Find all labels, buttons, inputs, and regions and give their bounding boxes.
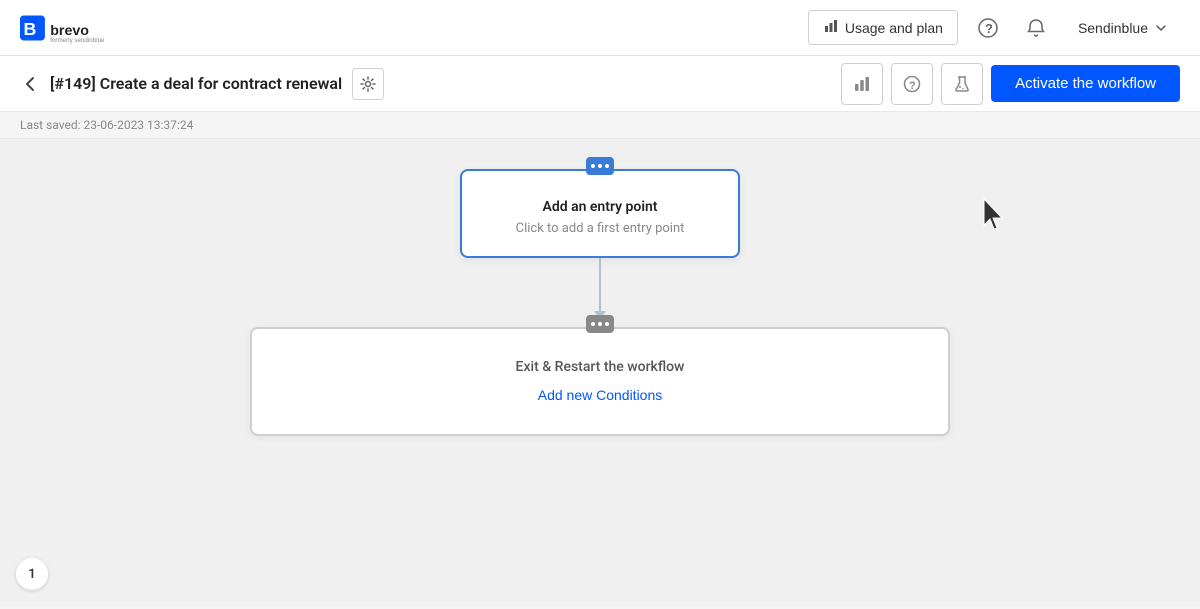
chevron-down-icon [1154,21,1168,35]
header: B brevo formerly sendinblue Usage and pl… [0,0,1200,56]
arrow-left-icon [20,74,40,94]
subheader: [#149] Create a deal for contract renewa… [0,56,1200,112]
header-right: Usage and plan ? Sendinblue [808,10,1180,46]
usage-plan-label: Usage and plan [845,20,943,36]
connector-section [594,258,606,319]
subheader-left: [#149] Create a deal for contract renewa… [20,68,384,100]
back-button[interactable] [20,74,40,94]
entry-point-section: Add an entry point Click to add a first … [460,169,740,258]
question-circle-icon: ? [903,75,921,93]
entry-point-card[interactable]: Add an entry point Click to add a first … [460,169,740,258]
timestamp-bar: Last saved: 23-06-2023 13:37:24 [0,112,1200,139]
activate-workflow-button[interactable]: Activate the workflow [991,65,1180,102]
dot2 [598,164,602,168]
workflow-settings-button[interactable] [352,68,384,100]
usage-plan-icon [823,18,839,37]
workflow-canvas[interactable]: Add an entry point Click to add a first … [0,139,1200,606]
cursor-pointer [980,197,1010,237]
exit-dot1 [591,322,595,326]
exit-card-section: Exit & Restart the workflow Add new Cond… [250,327,950,436]
exit-card-menu[interactable] [586,315,614,333]
svg-text:formerly sendinblue: formerly sendinblue [50,37,105,44]
entry-card-subtitle: Click to add a first entry point [482,221,718,236]
last-saved-timestamp: Last saved: 23-06-2023 13:37:24 [20,118,193,132]
header-left: B brevo formerly sendinblue [20,12,127,44]
entry-card-title: Add an entry point [482,199,718,215]
usage-plan-button[interactable]: Usage and plan [808,10,958,45]
add-conditions-button[interactable]: Add new Conditions [538,387,663,403]
subheader-right: ? Activate the workflow [841,63,1180,105]
page-title: [#149] Create a deal for contract renewa… [50,74,342,93]
bar-chart-icon [853,75,871,93]
entry-card-menu[interactable] [586,157,614,175]
svg-text:?: ? [985,21,993,36]
user-label: Sendinblue [1078,20,1148,36]
test-workflow-button[interactable] [941,63,983,105]
dot1 [591,164,595,168]
exit-dot2 [598,322,602,326]
question-mark-icon: ? [978,18,998,38]
brevo-logo: B brevo formerly sendinblue [20,12,127,44]
exit-dot3 [605,322,609,326]
help-button[interactable]: ? [970,10,1006,46]
gear-icon [360,76,376,92]
svg-text:?: ? [909,80,916,92]
analytics-button[interactable] [841,63,883,105]
exit-card-title: Exit & Restart the workflow [272,359,928,375]
dot3 [605,164,609,168]
connector-line [599,258,601,313]
flask-icon [953,75,971,93]
page-number-badge: 1 [16,558,48,590]
svg-text:B: B [24,19,37,39]
help-workflow-button[interactable]: ? [891,63,933,105]
exit-restart-card[interactable]: Exit & Restart the workflow Add new Cond… [250,327,950,436]
bell-icon [1026,18,1046,38]
notification-button[interactable] [1018,10,1054,46]
user-menu-button[interactable]: Sendinblue [1066,13,1180,43]
